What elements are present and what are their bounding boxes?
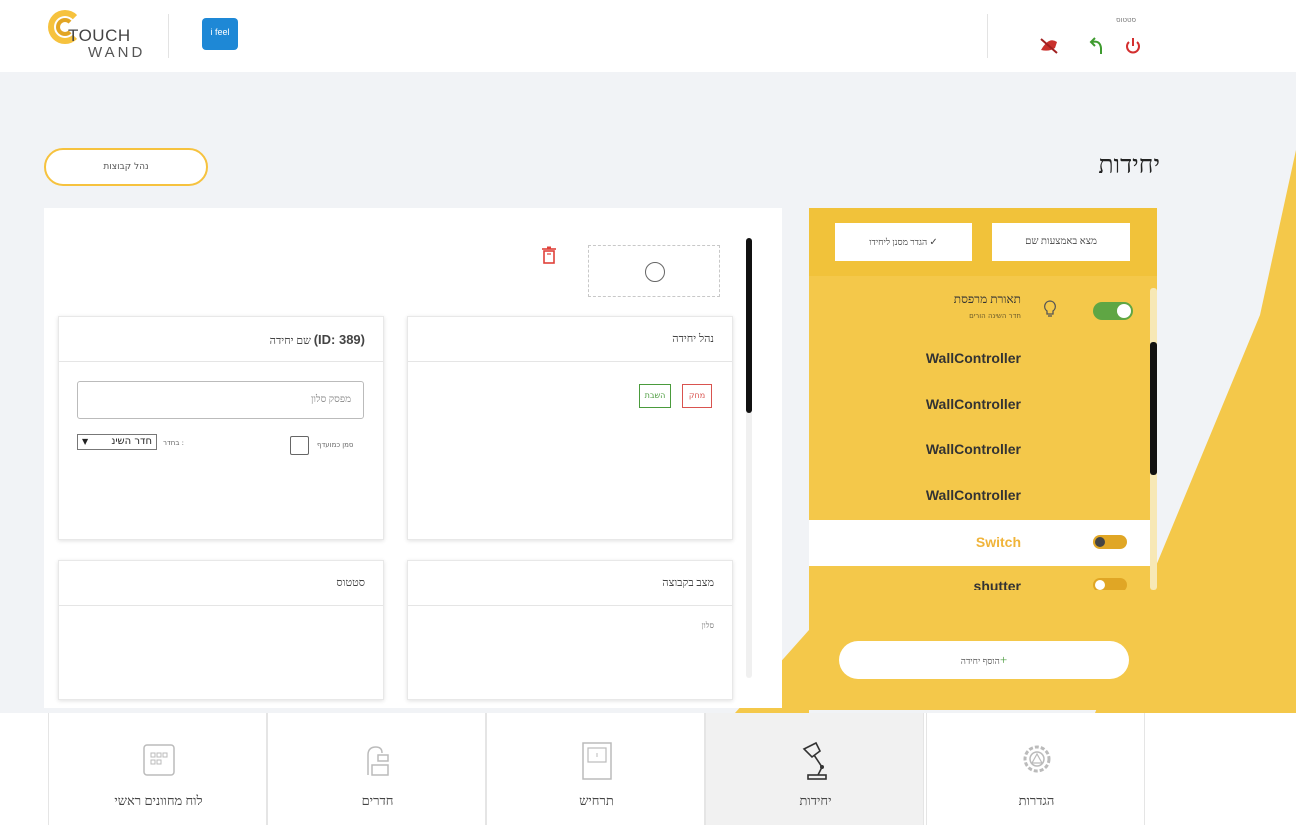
group-state-card: מצב בקבוצה סלון bbox=[407, 560, 733, 700]
unit-item[interactable]: shutter bbox=[809, 566, 1150, 590]
rooms-icon bbox=[360, 741, 396, 781]
nav-label: יחידות bbox=[799, 793, 832, 808]
unit-item[interactable]: WallController bbox=[809, 382, 1150, 428]
nav-label: לוח מחוונים ראשי bbox=[114, 793, 203, 808]
ifeel-logo: i feel bbox=[202, 18, 238, 50]
nav-label: הגדרות bbox=[1018, 793, 1055, 808]
unit-id: (ID: 389) bbox=[313, 332, 365, 347]
chevron-down-icon: ✓ bbox=[929, 237, 938, 248]
status-title: סטטוס bbox=[59, 561, 383, 606]
nav-tab-dashboard[interactable]: לוח מחוונים ראשי bbox=[48, 713, 267, 825]
unit-name: WallController bbox=[925, 487, 1021, 503]
undo-icon[interactable] bbox=[1086, 36, 1108, 56]
status-card: סטטוס bbox=[58, 560, 384, 700]
group-state-title: מצב בקבוצה bbox=[408, 561, 732, 606]
nav-tab-settings[interactable]: הגדרות bbox=[926, 713, 1145, 825]
header-divider bbox=[168, 14, 169, 58]
find-by-name-button[interactable]: מצא באמצעות שם bbox=[992, 223, 1130, 261]
room-select-value: חדר השינ bbox=[111, 436, 152, 447]
unit-item[interactable]: תאורת מרפסת חדר השינה הורים bbox=[809, 286, 1150, 332]
unit-name: shutter bbox=[973, 578, 1021, 590]
editor-scrollbar[interactable] bbox=[746, 238, 752, 678]
units-scrollbar[interactable] bbox=[1150, 288, 1157, 590]
power-icon[interactable] bbox=[1122, 36, 1144, 56]
logo-line1: TOUCH bbox=[68, 26, 131, 45]
header-divider bbox=[987, 14, 988, 58]
unit-name-input[interactable]: מפסק סלון bbox=[77, 381, 364, 419]
nav-label: תרחיש bbox=[579, 793, 614, 808]
unit-name-title-text: שם יחידה bbox=[269, 335, 314, 347]
unit-item[interactable]: WallController bbox=[809, 473, 1150, 519]
unit-item-selected[interactable]: Switch bbox=[809, 520, 1150, 566]
unit-name: WallController bbox=[925, 441, 1021, 457]
lamp-icon bbox=[798, 741, 834, 781]
trash-icon[interactable] bbox=[541, 246, 557, 264]
top-header: TOUCH WAND i feel סטטוס bbox=[0, 0, 1296, 72]
unit-name: WallController bbox=[925, 396, 1021, 412]
bottom-navigation: לוח מחוונים ראשי חדרים תרחיש יחידות הגדר… bbox=[0, 713, 1296, 825]
unit-name: Switch bbox=[975, 534, 1021, 550]
image-placeholder-icon bbox=[645, 262, 665, 282]
add-unit-label: הוסף יחידה bbox=[960, 656, 1000, 666]
plus-icon: + bbox=[999, 652, 1008, 667]
room-select[interactable]: ▼ חדר השינ bbox=[77, 434, 157, 450]
add-unit-button[interactable]: הוסף יחידה+ bbox=[839, 641, 1129, 679]
nav-tab-units[interactable]: יחידות bbox=[705, 713, 924, 825]
logo-line2: WAND bbox=[88, 44, 146, 61]
unit-room: חדר השינה הורים bbox=[969, 312, 1021, 320]
nav-tab-rooms[interactable]: חדרים bbox=[267, 713, 486, 825]
favorite-checkbox[interactable] bbox=[290, 436, 309, 455]
dashboard-icon bbox=[141, 741, 177, 781]
unit-toggle[interactable] bbox=[1093, 535, 1127, 549]
bulb-icon bbox=[1043, 300, 1057, 322]
manage-groups-button[interactable]: נהל קבוצות bbox=[44, 148, 208, 186]
unit-name: תאורת מרפסת bbox=[953, 292, 1021, 306]
gear-icon bbox=[1019, 741, 1055, 781]
unit-toggle[interactable] bbox=[1093, 578, 1127, 590]
page-title: יחידות bbox=[1098, 152, 1160, 179]
unit-name-card: שם יחידה (ID: 389) מפסק סלון סמן כמועדף … bbox=[58, 316, 384, 540]
unit-item[interactable]: WallController bbox=[809, 427, 1150, 473]
unit-toggle[interactable] bbox=[1093, 302, 1133, 320]
manage-unit-card: נהל יחידה מחק השבת bbox=[407, 316, 733, 540]
room-select-arrow: ▼ bbox=[82, 437, 89, 446]
nav-label: חדרים bbox=[361, 793, 394, 808]
room-label: בחדר : bbox=[163, 439, 184, 447]
units-list-panel: מצא באמצעות שם הגדר מסנן ליחידו ✓ תאורת … bbox=[809, 208, 1157, 710]
units-panel-toolbar: מצא באמצעות שם הגדר מסנן ליחידו ✓ bbox=[809, 208, 1157, 276]
unit-name: WallController bbox=[925, 350, 1021, 366]
filter-dropdown[interactable]: הגדר מסנן ליחידו ✓ bbox=[835, 223, 972, 261]
scenario-icon bbox=[579, 741, 615, 781]
disable-button[interactable]: השבת bbox=[639, 384, 671, 408]
nav-tab-scenario[interactable]: תרחיש bbox=[486, 713, 705, 825]
alarm-off-icon[interactable] bbox=[1038, 36, 1060, 56]
unit-name-title: שם יחידה (ID: 389) bbox=[59, 317, 383, 362]
manage-unit-title: נהל יחידה bbox=[408, 317, 732, 362]
editor-scrollbar-thumb[interactable] bbox=[746, 238, 752, 413]
units-scrollbar-thumb[interactable] bbox=[1150, 342, 1157, 475]
group-state-value: סלון bbox=[701, 621, 714, 630]
favorite-label: סמן כמועדף bbox=[317, 441, 354, 449]
unit-image-upload[interactable] bbox=[588, 245, 720, 297]
status-label: סטטוס bbox=[1116, 16, 1137, 24]
filter-label: הגדר מסנן ליחידו bbox=[869, 237, 928, 247]
unit-item[interactable]: WallController bbox=[809, 336, 1150, 382]
delete-button[interactable]: מחק bbox=[682, 384, 712, 408]
